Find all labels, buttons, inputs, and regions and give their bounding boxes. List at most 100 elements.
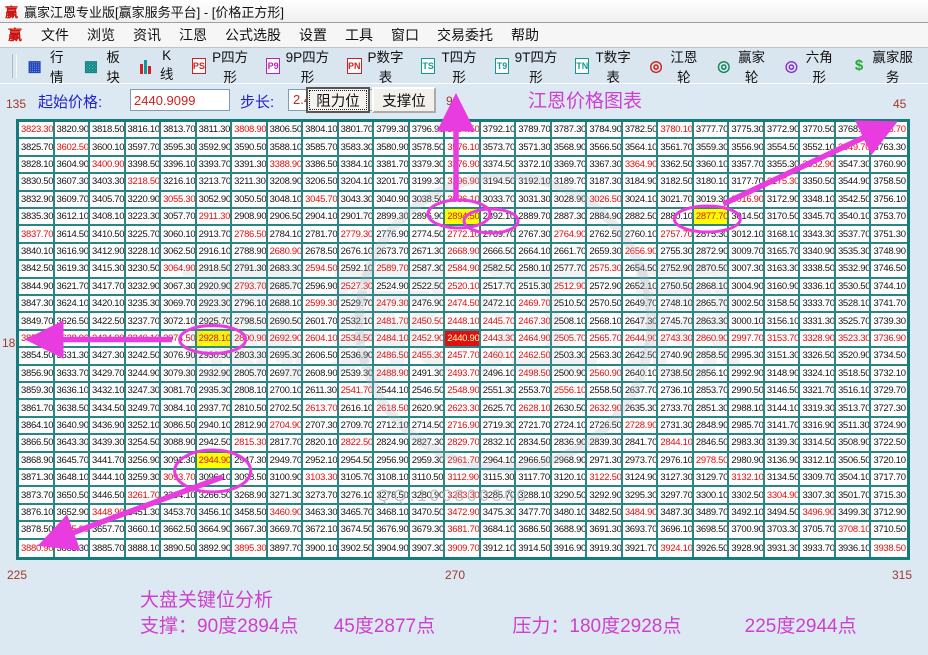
grid-cell[interactable]: 2599.30 (303, 295, 339, 314)
grid-cell[interactable]: 2498.50 (516, 365, 552, 383)
grid-cell[interactable]: 2683.30 (267, 261, 304, 279)
grid-cell[interactable]: 2476.90 (409, 295, 446, 314)
grid-cell[interactable]: 2676.10 (338, 243, 375, 262)
grid-cell[interactable]: 3055.30 (161, 191, 197, 209)
grid-cell[interactable]: 2877.70 (693, 208, 730, 227)
toolbar-button-P数字表[interactable]: PN P数字表 (344, 44, 408, 88)
grid-cell[interactable]: 2642.50 (622, 348, 659, 366)
grid-cell[interactable]: 2930.50 (196, 348, 233, 366)
grid-cell[interactable]: 3026.50 (587, 191, 623, 209)
grid-cell[interactable]: 3136.90 (764, 452, 801, 470)
grid-cell[interactable]: 2940.10 (196, 417, 233, 436)
grid-cell[interactable]: 3787.30 (551, 122, 588, 140)
grid-cell[interactable]: 3415.30 (90, 261, 126, 279)
grid-cell[interactable]: 3199.30 (409, 174, 446, 192)
grid-cell[interactable]: 2767.30 (516, 226, 552, 244)
grid-cell[interactable]: 2916.10 (196, 243, 233, 262)
grid-cell[interactable]: 3686.50 (516, 522, 552, 540)
grid-cell[interactable]: 3336.10 (800, 278, 836, 296)
grid-cell[interactable]: 3280.90 (409, 487, 446, 505)
grid-cell[interactable]: 3115.30 (480, 469, 517, 488)
grid-cell[interactable]: 3717.70 (871, 469, 907, 488)
grid-cell[interactable]: 3525.70 (835, 313, 872, 331)
grid-cell[interactable]: 2661.70 (551, 243, 588, 262)
grid-cell[interactable]: 2488.90 (374, 365, 410, 383)
grid-cell[interactable]: 2935.30 (196, 382, 233, 401)
grid-cell[interactable]: 3307.30 (800, 487, 836, 505)
grid-cell[interactable]: 2858.50 (693, 348, 730, 366)
grid-cell[interactable]: 2882.50 (622, 208, 659, 227)
grid-cell[interactable]: 2968.90 (551, 452, 588, 470)
grid-cell[interactable]: 3048.10 (267, 191, 304, 209)
grid-cell[interactable]: 3631.30 (54, 348, 91, 366)
grid-cell[interactable]: 3508.90 (835, 435, 872, 453)
grid-cell[interactable]: 2928.10 (196, 330, 233, 349)
grid-cell[interactable]: 3880.90 (19, 539, 55, 557)
grid-cell[interactable]: 2812.90 (232, 417, 268, 436)
grid-cell[interactable]: 3585.70 (303, 139, 339, 157)
grid-cell[interactable]: 3254.50 (125, 435, 162, 453)
grid-cell[interactable]: 3859.30 (19, 382, 55, 401)
grid-cell[interactable]: 2604.10 (303, 330, 339, 349)
grid-cell[interactable]: 2865.70 (693, 295, 730, 314)
start-price-input[interactable] (130, 89, 230, 111)
grid-cell[interactable]: 3172.90 (764, 191, 801, 209)
grid-cell[interactable]: 2800.90 (232, 330, 268, 349)
grid-cell[interactable]: 3688.90 (551, 522, 588, 540)
grid-cell[interactable]: 3144.10 (764, 400, 801, 418)
grid-cell[interactable]: 3316.90 (800, 417, 836, 436)
grid-cell[interactable]: 3696.10 (658, 522, 694, 540)
grid-cell[interactable]: 2500.90 (551, 365, 588, 383)
grid-cell[interactable]: 3436.90 (90, 417, 126, 436)
grid-cell[interactable]: 3393.70 (196, 156, 233, 175)
grid-cell[interactable]: 3919.30 (587, 539, 623, 557)
grid-cell[interactable]: 3777.70 (693, 122, 730, 140)
grid-cell[interactable]: 3794.50 (445, 122, 481, 140)
grid-cell[interactable]: 3345.70 (800, 208, 836, 227)
grid-cell[interactable]: 3720.10 (871, 452, 907, 470)
grid-cell[interactable]: 3703.30 (764, 522, 801, 540)
grid-cell[interactable]: 2589.70 (374, 261, 410, 279)
grid-cell[interactable]: 3028.90 (551, 191, 588, 209)
grid-cell[interactable]: 3100.90 (267, 469, 304, 488)
grid-cell[interactable]: 2724.10 (551, 417, 588, 436)
grid-cell[interactable]: 3357.70 (729, 156, 765, 175)
grid-cell[interactable]: 3571.30 (516, 139, 552, 157)
grid-cell[interactable]: 2565.70 (587, 330, 623, 349)
grid-cell[interactable]: 3439.30 (90, 435, 126, 453)
grid-cell[interactable]: 3314.50 (800, 435, 836, 453)
grid-cell[interactable]: 2920.90 (196, 278, 233, 296)
grid-cell[interactable]: 3511.30 (835, 417, 872, 436)
grid-cell[interactable]: 2539.30 (338, 365, 375, 383)
grid-cell[interactable]: 3784.90 (587, 122, 623, 140)
grid-cell[interactable]: 3052.90 (196, 191, 233, 209)
grid-cell[interactable]: 3537.70 (835, 226, 872, 244)
grid-cell[interactable]: 2961.70 (445, 452, 481, 470)
grid-cell[interactable]: 2503.30 (551, 348, 588, 366)
grid-cell[interactable]: 2817.70 (267, 435, 304, 453)
grid-cell[interactable]: 3715.30 (871, 487, 907, 505)
grid-cell[interactable]: 3739.30 (871, 313, 907, 331)
grid-cell[interactable]: 3244.90 (125, 365, 162, 383)
grid-cell[interactable]: 3564.10 (622, 139, 659, 157)
grid-cell[interactable]: 3811.30 (196, 122, 233, 140)
grid-cell[interactable]: 2457.70 (445, 348, 481, 366)
grid-cell[interactable]: 2913.70 (196, 226, 233, 244)
grid-cell[interactable]: 2779.30 (338, 226, 375, 244)
toolbar-button-六角形[interactable]: ◎ 六角形 (781, 44, 839, 88)
grid-cell[interactable]: 3331.30 (800, 313, 836, 331)
grid-cell[interactable]: 3621.70 (54, 278, 91, 296)
grid-cell[interactable]: 2839.30 (587, 435, 623, 453)
grid-cell[interactable]: 3513.70 (835, 400, 872, 418)
grid-cell[interactable]: 2644.90 (622, 330, 659, 349)
grid-cell[interactable]: 3597.70 (125, 139, 162, 157)
grid-cell[interactable]: 3638.50 (54, 400, 91, 418)
grid-cell[interactable]: 3444.10 (90, 469, 126, 488)
grid-cell[interactable]: 3168.10 (764, 226, 801, 244)
grid-cell[interactable]: 2582.50 (480, 261, 517, 279)
grid-cell[interactable]: 3388.90 (267, 156, 304, 175)
grid-cell[interactable]: 3319.30 (800, 400, 836, 418)
grid-cell[interactable]: 3619.30 (54, 261, 91, 279)
grid-cell[interactable]: 3084.10 (161, 400, 197, 418)
grid-cell[interactable]: 2551.30 (480, 382, 517, 401)
